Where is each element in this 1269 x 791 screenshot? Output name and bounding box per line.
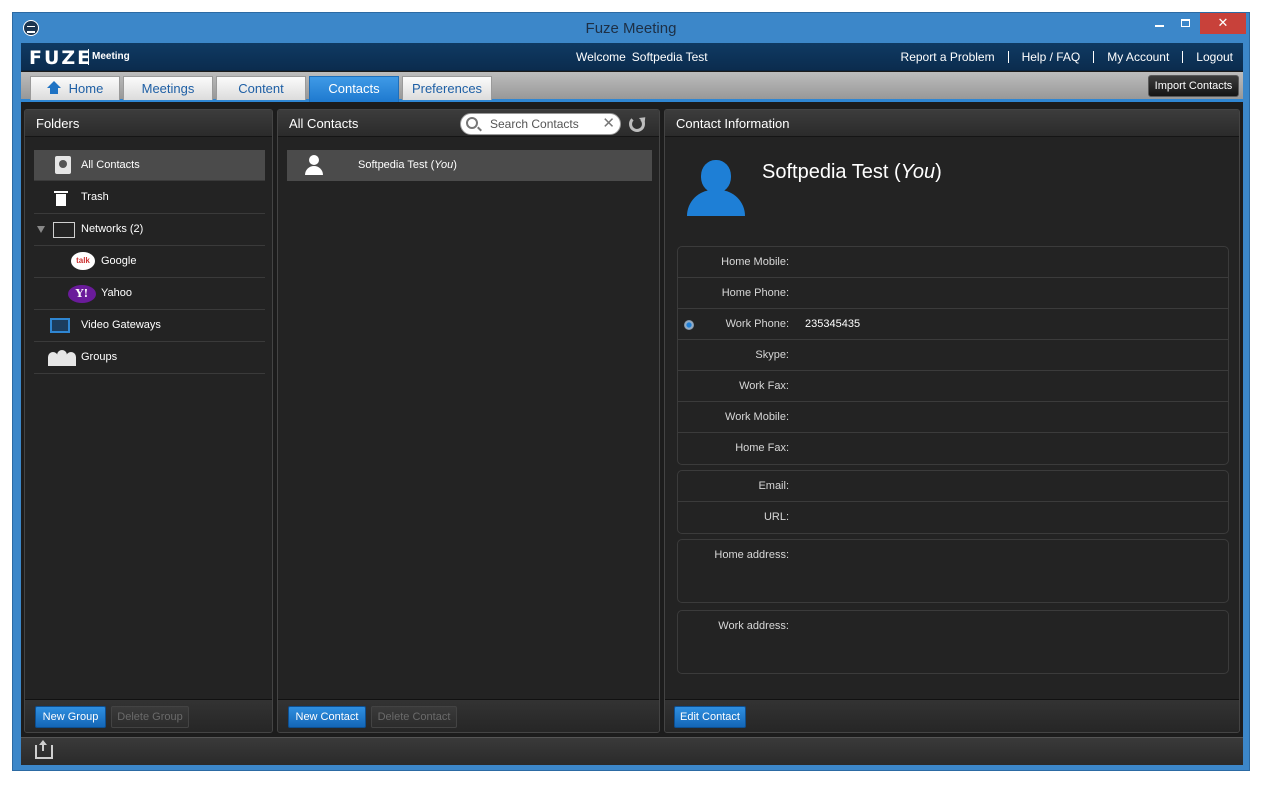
folder-networks[interactable]: Networks (2) xyxy=(34,214,265,246)
phone-fields-group: Home Mobile: Home Phone: Work Phone: 2353… xyxy=(677,246,1229,465)
tab-preferences[interactable]: Preferences xyxy=(402,76,492,100)
main-tabs: Home Meetings Content Contacts Preferenc… xyxy=(21,72,1243,102)
folder-label: Trash xyxy=(81,191,109,203)
yahoo-icon: Y! xyxy=(68,285,96,303)
expand-triangle-icon[interactable] xyxy=(37,226,45,233)
tab-home[interactable]: Home xyxy=(30,76,120,100)
search-contacts-box[interactable]: ✕ xyxy=(460,113,621,135)
google-talk-icon: talk xyxy=(71,252,95,270)
address-book-icon xyxy=(55,156,71,174)
home-icon xyxy=(46,81,61,94)
field-home-mobile[interactable]: Home Mobile: xyxy=(678,247,1228,278)
tab-contacts[interactable]: Contacts xyxy=(309,76,399,102)
field-work-phone[interactable]: Work Phone: 235345435 xyxy=(678,309,1228,340)
field-skype[interactable]: Skype: xyxy=(678,340,1228,371)
video-gateway-icon xyxy=(50,318,70,333)
online-fields-group: Email: URL: xyxy=(677,470,1229,534)
report-problem-link[interactable]: Report a Problem xyxy=(888,51,1008,63)
contact-info-panel: Contact Information Softpedia Test (You)… xyxy=(664,109,1240,733)
welcome-user: Softpedia Test xyxy=(631,50,708,64)
welcome-prefix: Welcome xyxy=(576,50,626,64)
contact-avatar-icon xyxy=(687,160,745,216)
folder-label: Google xyxy=(101,255,137,267)
tab-content[interactable]: Content xyxy=(216,76,306,100)
minimize-button[interactable] xyxy=(1146,13,1172,34)
upload-icon[interactable] xyxy=(35,740,53,759)
refresh-icon[interactable] xyxy=(629,116,645,132)
field-url[interactable]: URL: xyxy=(678,502,1228,533)
close-button[interactable]: ✕ xyxy=(1200,13,1246,34)
my-account-link[interactable]: My Account xyxy=(1093,51,1182,63)
folder-label: All Contacts xyxy=(81,159,140,171)
primary-number-radio-icon[interactable] xyxy=(684,320,694,330)
logo-divider xyxy=(88,49,89,65)
field-email[interactable]: Email: xyxy=(678,471,1228,502)
folders-panel: Folders All Contacts Trash Networks (2) … xyxy=(24,109,273,733)
logout-link[interactable]: Logout xyxy=(1182,51,1233,63)
field-work-address[interactable]: Work address: xyxy=(678,611,1228,673)
clear-search-icon[interactable]: ✕ xyxy=(602,115,615,133)
maximize-icon xyxy=(1180,19,1190,27)
tab-home-label: Home xyxy=(68,81,104,96)
help-faq-link[interactable]: Help / FAQ xyxy=(1007,51,1094,63)
app-client: FUZE Meeting Welcome Softpedia Test Repor… xyxy=(21,43,1243,765)
groups-icon xyxy=(48,350,76,366)
window-title: Fuze Meeting xyxy=(585,20,677,37)
tab-meetings[interactable]: Meetings xyxy=(123,76,213,100)
folder-all-contacts[interactable]: All Contacts xyxy=(34,150,265,181)
field-work-fax[interactable]: Work Fax: xyxy=(678,371,1228,402)
new-contact-button[interactable]: New Contact xyxy=(288,706,366,728)
fuze-logo: FUZE xyxy=(29,47,93,69)
folder-groups[interactable]: Groups xyxy=(34,342,265,374)
folder-label: Yahoo xyxy=(101,287,132,299)
contact-item-name: Softpedia Test (You) xyxy=(358,159,457,171)
maximize-button[interactable] xyxy=(1172,13,1198,34)
contacts-footer: New Contact Delete Contact xyxy=(278,699,659,732)
header-bar: FUZE Meeting Welcome Softpedia Test Repor… xyxy=(21,43,1243,71)
import-contacts-button[interactable]: Import Contacts xyxy=(1148,75,1239,97)
folders-title: Folders xyxy=(25,110,272,137)
folder-label: Video Gateways xyxy=(81,319,161,331)
folder-label: Networks (2) xyxy=(81,223,144,235)
delete-contact-button[interactable]: Delete Contact xyxy=(371,706,457,728)
title-bar[interactable]: Fuze Meeting ✕ xyxy=(13,13,1249,43)
network-icon xyxy=(53,222,75,238)
folder-trash[interactable]: Trash xyxy=(34,182,265,214)
new-group-button[interactable]: New Group xyxy=(35,706,106,728)
field-home-phone[interactable]: Home Phone: xyxy=(678,278,1228,309)
contacts-panel: All Contacts ✕ Softpedia Test (You) New … xyxy=(277,109,660,733)
folders-footer: New Group Delete Group xyxy=(25,699,272,732)
contact-info-title: Contact Information xyxy=(665,110,1239,137)
edit-contact-button[interactable]: Edit Contact xyxy=(674,706,746,728)
search-icon xyxy=(466,117,478,129)
delete-group-button[interactable]: Delete Group xyxy=(111,706,189,728)
contact-name-heading: Softpedia Test (You) xyxy=(762,161,942,183)
field-home-fax[interactable]: Home Fax: xyxy=(678,433,1228,464)
header-links: Report a Problem Help / FAQ My Account L… xyxy=(888,51,1233,63)
folder-video-gateways[interactable]: Video Gateways xyxy=(34,310,265,342)
field-work-mobile[interactable]: Work Mobile: xyxy=(678,402,1228,433)
trash-icon xyxy=(53,190,69,206)
search-contacts-input[interactable] xyxy=(490,116,600,132)
contact-info-footer: Edit Contact xyxy=(665,699,1239,732)
work-phone-value: 235345435 xyxy=(805,318,861,330)
app-window: Fuze Meeting ✕ FUZE Meeting Welcome Softp… xyxy=(12,12,1250,771)
folder-label: Groups xyxy=(81,351,118,363)
folder-google[interactable]: talk Google xyxy=(34,246,265,278)
work-address-group[interactable]: Work address: xyxy=(677,610,1229,674)
person-icon xyxy=(304,155,324,175)
contact-list-item[interactable]: Softpedia Test (You) xyxy=(287,150,652,181)
minimize-icon xyxy=(1154,25,1164,27)
home-address-group[interactable]: Home address: xyxy=(677,539,1229,603)
status-bar xyxy=(21,737,1243,765)
welcome-message: Welcome Softpedia Test xyxy=(576,50,708,64)
field-home-address[interactable]: Home address: xyxy=(678,540,1228,602)
logo-subtitle: Meeting xyxy=(92,51,130,62)
folder-yahoo[interactable]: Y! Yahoo xyxy=(34,278,265,310)
close-icon: ✕ xyxy=(1217,15,1229,30)
